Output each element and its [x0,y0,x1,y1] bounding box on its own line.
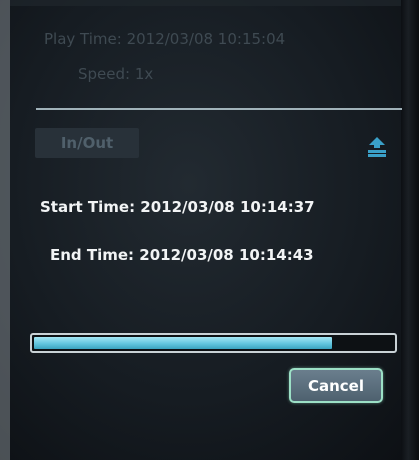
screen-bezel-right [401,0,419,460]
screen-bezel-top [10,0,401,6]
speed-label: Speed: 1x [78,65,154,83]
play-time-label: Play Time: 2012/03/08 10:15:04 [44,30,286,48]
cancel-button[interactable]: Cancel [289,368,383,403]
end-time-label: End Time: 2012/03/08 10:14:43 [50,246,314,264]
divider [36,108,402,110]
backup-dialog: Play Time: 2012/03/08 10:15:04 Speed: 1x… [0,0,419,460]
progress-bar [30,333,397,353]
start-time-label: Start Time: 2012/03/08 10:14:37 [40,198,315,216]
screen-bezel-left [0,0,10,460]
progress-fill [34,337,332,349]
in-out-button[interactable]: In/Out [35,128,139,158]
download-icon[interactable] [366,136,388,158]
